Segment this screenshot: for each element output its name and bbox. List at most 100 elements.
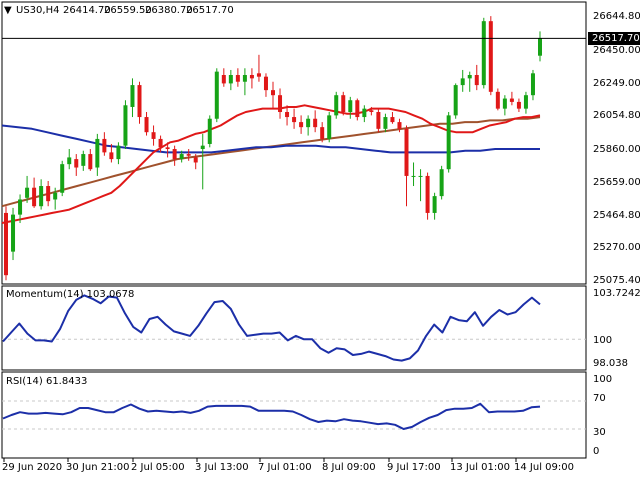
candle-body xyxy=(467,75,472,79)
rsi-label: RSI(14) 61.8433 xyxy=(6,376,88,387)
candle-body xyxy=(495,91,500,109)
rsi-line xyxy=(2,402,541,430)
candle-body xyxy=(299,122,304,128)
candle-body xyxy=(74,159,79,168)
candle-body xyxy=(46,186,51,202)
time-axis-label: 2 Jul 05:00 xyxy=(131,462,185,473)
candle-body xyxy=(53,192,58,200)
price-axis-label: 25075.40 xyxy=(593,275,640,286)
time-axis-label: 30 Jun 21:00 xyxy=(66,462,130,473)
close-value: 26517.70 xyxy=(186,5,234,16)
candle-body xyxy=(186,154,191,156)
momentum-series xyxy=(2,294,541,362)
candle-body xyxy=(432,196,437,213)
rsi-series xyxy=(2,402,541,430)
momentum-label: Momentum(14) 103.0678 xyxy=(6,289,135,300)
time-axis-label: 8 Jul 09:00 xyxy=(322,462,376,473)
candle-body xyxy=(327,115,332,139)
symbol-timeframe: US30,H4 xyxy=(16,5,60,16)
rsi-axis-label: 70 xyxy=(593,393,606,404)
candle-body xyxy=(67,157,72,165)
candle-body xyxy=(25,187,30,198)
momentum-axis-label: 103.7242 xyxy=(593,288,640,299)
candle-body xyxy=(165,147,170,150)
candle-body xyxy=(516,101,521,109)
candle-body xyxy=(18,199,23,215)
candle-body xyxy=(242,75,247,82)
time-axis-label: 14 Jul 09:00 xyxy=(514,462,574,473)
momentum-axis-label: 98.038 xyxy=(593,358,628,369)
price-axis-label: 25860.00 xyxy=(593,144,640,155)
candle-body xyxy=(474,75,479,86)
candle-body xyxy=(228,75,233,84)
candle-body xyxy=(235,75,240,82)
candle-body xyxy=(109,152,114,160)
candle-body xyxy=(95,138,100,168)
time-axis-label: 29 Jun 2020 xyxy=(2,462,63,473)
panel-border xyxy=(1,371,587,459)
candle-body xyxy=(130,85,135,107)
rsi-axis-label: 100 xyxy=(593,374,613,385)
candle-body xyxy=(502,98,507,109)
candle-body xyxy=(123,105,128,146)
candle-body xyxy=(411,175,416,177)
candle-body xyxy=(460,78,465,86)
price-axis-label: 26054.80 xyxy=(593,110,640,121)
candle-body xyxy=(488,21,493,92)
momentum-axis-label: 100 xyxy=(593,335,613,346)
candle-body xyxy=(348,100,353,113)
candle-body xyxy=(306,118,311,128)
candle-body xyxy=(376,112,381,129)
candle-body xyxy=(256,73,261,77)
candle-body xyxy=(278,95,283,113)
time-axis-label: 7 Jul 01:00 xyxy=(258,462,312,473)
candle-body xyxy=(221,75,226,84)
sma-slow-line xyxy=(1,124,540,154)
time-axis-label: 9 Jul 17:00 xyxy=(387,462,441,473)
sma-slow-series xyxy=(1,124,540,154)
chart-canvas xyxy=(1,1,587,462)
candle-body xyxy=(249,75,254,79)
current-price-tag: 26517.70 xyxy=(588,32,640,45)
momentum-line xyxy=(2,294,541,362)
candle-body xyxy=(11,214,16,252)
candle-body xyxy=(530,73,535,96)
candle-body xyxy=(509,98,514,102)
candle-body xyxy=(341,95,346,113)
price-axis-label: 25659.00 xyxy=(593,177,640,188)
candle-body xyxy=(320,127,325,139)
candle-body xyxy=(4,212,8,276)
candle-body xyxy=(425,175,430,213)
candle-body xyxy=(355,100,360,118)
candle-body xyxy=(137,85,142,118)
panel-borders xyxy=(1,1,587,459)
candle-body xyxy=(523,95,528,109)
candle-body xyxy=(285,112,290,118)
candle-body xyxy=(200,145,205,150)
candle-body xyxy=(292,117,297,123)
candle-body xyxy=(453,85,458,116)
candle-body xyxy=(404,128,409,176)
price-axis-label: 26644.80 xyxy=(593,11,640,22)
candle-body xyxy=(151,132,156,139)
candle-body xyxy=(214,71,219,119)
candle-body xyxy=(334,95,339,116)
candle-body xyxy=(313,118,318,128)
candle-body xyxy=(271,90,275,96)
price-axis-label: 26249.00 xyxy=(593,78,640,89)
symbol-dropdown-icon[interactable]: ▼ xyxy=(4,5,12,17)
candle-body xyxy=(179,154,184,160)
grid-lines xyxy=(2,338,586,430)
candle-body xyxy=(263,76,268,91)
candle-body xyxy=(88,154,93,170)
candle-body xyxy=(116,145,121,160)
time-axis-label: 13 Jul 01:00 xyxy=(450,462,510,473)
time-axis-label: 3 Jul 13:00 xyxy=(195,462,249,473)
candle-body xyxy=(397,122,402,129)
candle-body xyxy=(60,164,65,193)
candle-body xyxy=(390,117,395,123)
price-axis-label: 26450.00 xyxy=(593,45,640,56)
candle-body xyxy=(362,108,367,118)
candle-body xyxy=(439,169,444,197)
candle-body xyxy=(32,187,37,207)
